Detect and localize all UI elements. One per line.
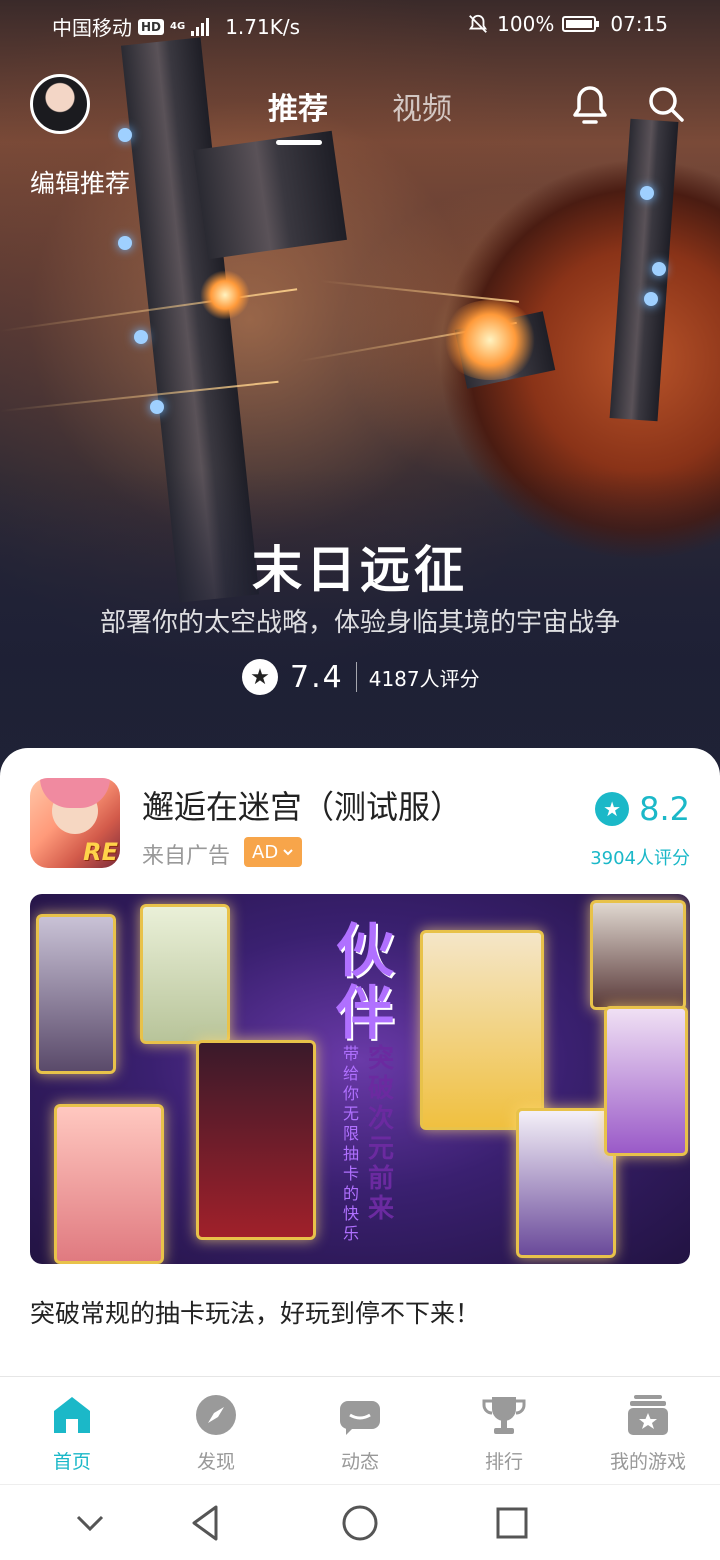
status-bar: 中国移动 HD 4G 1.71K/s 100% 07:15 — [0, 0, 720, 50]
trophy-icon — [482, 1397, 526, 1434]
bottom-navigation: 首页 发现 动态 排行 我的游戏 — [0, 1376, 720, 1484]
ad-badge[interactable]: AD — [244, 837, 303, 867]
chat-icon — [340, 1401, 380, 1435]
ship-light — [644, 292, 658, 306]
system-navigation-bar — [0, 1484, 720, 1560]
hero-score: 7.4 — [290, 659, 344, 695]
hero-rating: ★ 7.4 4187人评分 — [242, 656, 480, 698]
nav-item-ranking[interactable]: 排行 — [432, 1377, 576, 1485]
game-title[interactable]: 邂逅在迷宫（测试服） — [142, 782, 462, 828]
tab-recommend[interactable]: 推荐 — [268, 84, 328, 128]
network-speed: 1.71K/s — [225, 14, 300, 39]
ship-light — [118, 128, 132, 142]
spaceship-illustration — [609, 118, 679, 422]
game-description: 突破常规的抽卡玩法，好玩到停不下来！ — [30, 1299, 481, 1328]
character-card — [420, 930, 544, 1130]
character-card — [604, 1006, 688, 1156]
star-icon: ★ — [242, 659, 278, 695]
character-card — [54, 1104, 164, 1264]
nav-label-home: 首页 — [52, 1451, 91, 1473]
nav-item-discover[interactable]: 发现 — [144, 1377, 288, 1485]
hero-rating-count: 4187人评分 — [368, 666, 480, 691]
avatar[interactable] — [30, 74, 90, 134]
active-tab-indicator — [276, 140, 322, 145]
nav-label-ranking: 排行 — [484, 1451, 523, 1473]
explosion-flare — [440, 300, 540, 380]
explosion-flare — [200, 270, 250, 320]
character-card — [516, 1108, 616, 1258]
recents-square-icon[interactable] — [492, 1503, 532, 1543]
banner-subtagline: 带给你无限抽卡的快乐 — [342, 1044, 359, 1243]
game-box-icon — [628, 1395, 668, 1435]
hero-game-title[interactable]: 末日远征 — [0, 530, 720, 602]
compass-icon — [196, 1395, 236, 1435]
star-icon: ★ — [595, 792, 630, 826]
hd-badge: HD — [138, 18, 165, 35]
game-rating: ★ 8.2 — [595, 790, 690, 828]
mute-bell-icon — [469, 14, 488, 33]
banner-tagline: 突破次元前来 — [367, 1044, 394, 1224]
ship-light — [150, 400, 164, 414]
home-circle-icon[interactable] — [340, 1503, 380, 1543]
nav-item-home[interactable]: 首页 — [0, 1377, 144, 1485]
back-triangle-icon[interactable] — [186, 1503, 226, 1543]
editor-pick-label: 编辑推荐 — [30, 169, 131, 198]
nav-label-feed: 动态 — [340, 1451, 379, 1473]
spaceship-illustration — [193, 130, 347, 260]
ad-badge-label: AD — [252, 841, 279, 863]
game-icon[interactable]: RE — [30, 778, 120, 868]
game-rating-count: 3904人评分 — [590, 848, 690, 869]
character-card — [590, 900, 686, 1010]
battery-icon — [562, 16, 600, 32]
battery-percent: 100% — [497, 12, 555, 36]
search-icon[interactable] — [646, 84, 686, 124]
clock: 07:15 — [610, 12, 668, 36]
ship-light — [652, 262, 666, 276]
character-card — [140, 904, 230, 1044]
signal-icon — [191, 17, 210, 36]
home-icon — [54, 1397, 90, 1433]
nav-item-my-games[interactable]: 我的游戏 — [576, 1377, 720, 1485]
chevron-down-icon[interactable] — [70, 1503, 110, 1543]
character-card — [196, 1040, 316, 1240]
divider — [355, 662, 357, 692]
ship-light — [640, 186, 654, 200]
game-score: 8.2 — [639, 790, 690, 828]
nav-label-my-games: 我的游戏 — [609, 1451, 686, 1473]
tab-video[interactable]: 视频 — [392, 84, 452, 128]
ad-source-label: 来自广告 — [142, 844, 231, 869]
ship-light — [134, 330, 148, 344]
bell-icon[interactable] — [570, 84, 610, 126]
network-type: 4G — [170, 21, 186, 32]
hero-banner[interactable]: 中国移动 HD 4G 1.71K/s 100% 07:15 编辑推荐 推荐 视频 — [0, 0, 720, 790]
ship-light — [118, 236, 132, 250]
character-card — [36, 914, 116, 1074]
game-banner-image[interactable]: 伙伴 突破次元前来 带给你无限抽卡的快乐 — [30, 894, 690, 1264]
character-hair — [40, 778, 110, 808]
game-icon-label: RE — [83, 838, 118, 866]
nav-label-discover: 发现 — [196, 1451, 235, 1473]
carrier-name: 中国移动 — [52, 16, 132, 40]
game-ad-card[interactable]: RE 邂逅在迷宫（测试服） 来自广告 AD ★ 8.2 3904人评分 伙伴 突… — [0, 748, 720, 1376]
chevron-down-icon — [283, 849, 293, 856]
hero-game-subtitle: 部署你的太空战略，体验身临其境的宇宙战争 — [99, 608, 620, 638]
banner-headline: 伙伴 — [335, 917, 394, 1047]
nav-item-feed[interactable]: 动态 — [288, 1377, 432, 1485]
